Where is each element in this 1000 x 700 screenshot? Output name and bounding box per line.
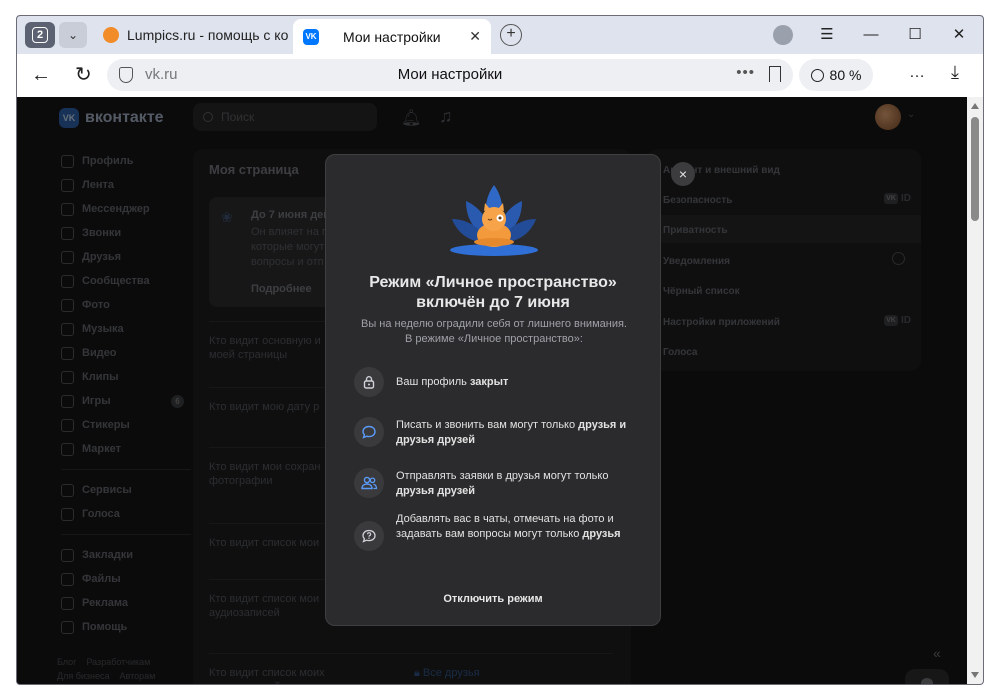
close-window-icon[interactable]: ✕	[947, 24, 971, 46]
zoom-button[interactable]: 80 %	[799, 59, 873, 91]
tab-vk-settings[interactable]: VK Мои настройки ✕	[293, 19, 491, 54]
page-scrollbar[interactable]	[967, 97, 983, 684]
download-icon[interactable]: ⤓	[951, 62, 959, 83]
more-dots-icon[interactable]: •••	[736, 64, 755, 81]
tab-title: Мои настройки	[343, 28, 441, 45]
private-space-modal: Режим «Личное пространство» включён до 7…	[325, 154, 661, 626]
tab-bar: 2 ⌄ Lumpics.ru - помощь с ком VK Мои нас…	[17, 16, 983, 54]
tab-title: Lumpics.ru - помощь с ком	[127, 27, 289, 43]
reload-icon[interactable]: ↻	[75, 64, 92, 86]
chevron-down-icon: ⌄	[67, 28, 79, 42]
tabs-dropdown-button[interactable]: ⌄	[59, 22, 87, 48]
browser-profile-icon[interactable]	[773, 25, 793, 45]
feature-text: Писать и звонить вам могут только друзья…	[396, 419, 627, 446]
zoom-magnifier-icon	[810, 68, 824, 82]
friends-icon	[354, 468, 384, 498]
feature-text: Ваш профиль закрыт	[396, 376, 509, 388]
close-icon[interactable]: ×	[671, 162, 695, 186]
scroll-thumb[interactable]	[971, 117, 979, 221]
scroll-up-icon[interactable]	[971, 103, 979, 109]
lumpics-favicon-icon	[103, 27, 119, 43]
disable-mode-button[interactable]: Отключить режим	[326, 593, 660, 605]
feature-text: Отправлять заявки в друзья могут только …	[396, 470, 609, 497]
url-page-title: Мои настройки	[397, 66, 503, 83]
modal-subtitle: Вы на неделю оградили себя от лишнего вн…	[361, 318, 627, 345]
tab-count-button[interactable]: 2	[25, 22, 55, 48]
back-arrow-icon[interactable]: ←	[31, 64, 51, 86]
maximize-icon[interactable]: ☐	[903, 24, 927, 46]
ellipsis-icon[interactable]: …	[909, 64, 925, 82]
browser-window: 2 ⌄ Lumpics.ru - помощь с ком VK Мои нас…	[16, 15, 984, 685]
bookmark-icon[interactable]	[769, 66, 781, 82]
feature-text: Добавлять вас в чаты, отмечать на фото и…	[396, 513, 621, 540]
lock-icon	[354, 367, 384, 397]
tab-lumpics[interactable]: Lumpics.ru - помощь с ком	[97, 21, 289, 49]
vk-favicon-icon: VK	[303, 28, 319, 45]
minimize-icon[interactable]: —	[859, 24, 883, 46]
chat-icon	[354, 417, 384, 447]
scroll-down-icon[interactable]	[971, 672, 979, 678]
new-tab-button[interactable]: +	[500, 24, 522, 46]
address-bar: ← ↻ vk.ru Мои настройки ••• 80 % … ⤓	[17, 54, 983, 97]
close-tab-icon[interactable]: ✕	[469, 28, 481, 45]
tab-count: 2	[32, 27, 48, 43]
modal-title: Режим «Личное пространство» включён до 7…	[369, 274, 617, 311]
url-field[interactable]: vk.ru Мои настройки •••	[107, 59, 793, 91]
question-icon	[354, 521, 384, 551]
lotus-cat-illustration	[450, 185, 538, 256]
zoom-level: 80 %	[829, 67, 862, 83]
vk-page: VK вконтакте Поиск 🔔︎ ♫ ⌄ Профиль Лента …	[17, 97, 969, 684]
menu-icon[interactable]: ☰	[815, 24, 839, 46]
